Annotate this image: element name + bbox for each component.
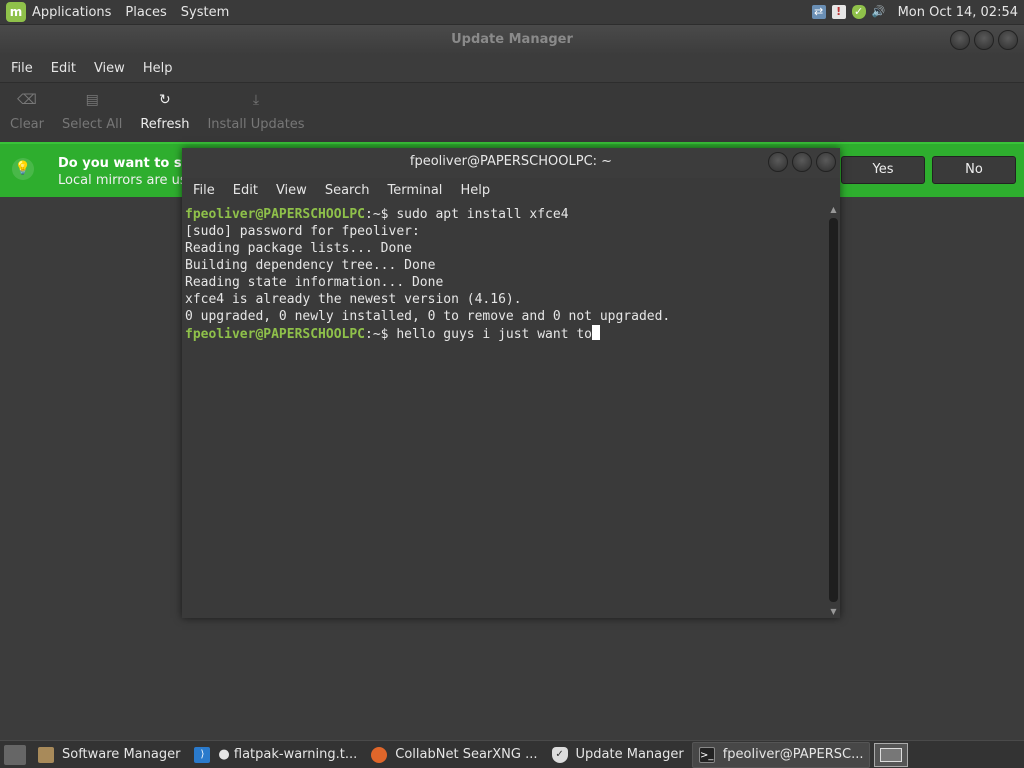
- terminal-close-button[interactable]: [816, 152, 836, 172]
- close-button[interactable]: [998, 30, 1018, 50]
- term-menu-edit[interactable]: Edit: [233, 183, 258, 198]
- yes-button[interactable]: Yes: [841, 156, 925, 184]
- select-all-button[interactable]: ▤ Select All: [62, 83, 122, 142]
- software-manager-icon: [38, 746, 54, 763]
- term-menu-view[interactable]: View: [276, 183, 307, 198]
- update-manager-titlebar: Update Manager: [0, 25, 1024, 55]
- workspace-switcher[interactable]: [874, 742, 909, 767]
- terminal-icon: >_: [698, 746, 715, 763]
- terminal-command-line: fpeoliver@PAPERSCHOOLPC:~$ sudo apt inst…: [185, 206, 824, 223]
- menu-view[interactable]: View: [94, 61, 125, 76]
- shield-icon[interactable]: ✓: [851, 5, 866, 19]
- install-updates-button[interactable]: ⤓ Install Updates: [207, 83, 304, 142]
- mint-logo-icon[interactable]: m: [6, 2, 26, 22]
- refresh-label: Refresh: [140, 117, 190, 132]
- terminal-output-line: 0 upgraded, 0 newly installed, 0 to remo…: [185, 309, 671, 324]
- term-menu-terminal[interactable]: Terminal: [387, 183, 442, 198]
- maximize-button[interactable]: [974, 30, 994, 50]
- system-tray: ⇄ ! ✓ 🔊 Mon Oct 14, 02:54: [811, 5, 1024, 20]
- info-subtitle: Local mirrors are usu: [58, 173, 195, 188]
- task-label: ● flatpak-warning.t...: [218, 747, 358, 762]
- update-manager-toolbar: ⌫ Clear ▤ Select All ↻ Refresh ⤓ Install…: [0, 82, 1024, 142]
- scroll-down-icon[interactable]: ▼: [827, 606, 840, 618]
- lightbulb-icon: 💡: [12, 158, 34, 180]
- firefox-icon: [371, 746, 388, 763]
- term-menu-help[interactable]: Help: [460, 183, 490, 198]
- prompt-suffix: :~$: [365, 327, 397, 342]
- clock[interactable]: Mon Oct 14, 02:54: [898, 5, 1018, 20]
- task-label: CollabNet SearXNG ...: [395, 747, 538, 762]
- task-terminal[interactable]: >_ fpeoliver@PAPERSC...: [691, 741, 871, 768]
- install-updates-label: Install Updates: [207, 117, 305, 132]
- task-label: Update Manager: [575, 747, 684, 762]
- clear-label: Clear: [10, 117, 44, 132]
- prompt-user: fpeoliver@PAPERSCHOOLPC: [185, 327, 366, 342]
- task-firefox[interactable]: CollabNet SearXNG ...: [365, 742, 543, 768]
- menu-applications[interactable]: Applications: [32, 5, 111, 20]
- no-button[interactable]: No: [932, 156, 1016, 184]
- terminal-menubar: File Edit View Search Terminal Help: [182, 178, 840, 202]
- prompt-user: fpeoliver@PAPERSCHOOLPC: [185, 207, 366, 222]
- terminal-titlebar: fpeoliver@PAPERSCHOOLPC: ~: [182, 148, 840, 178]
- top-panel: m Applications Places System ⇄ ! ✓ 🔊 Mon…: [0, 0, 1024, 25]
- workspace-1[interactable]: [880, 747, 903, 762]
- terminal-output-line: [sudo] password for fpeoliver:: [185, 224, 420, 239]
- terminal-output-line: xfce4 is already the newest version (4.1…: [185, 292, 522, 307]
- terminal-output[interactable]: fpeoliver@PAPERSCHOOLPC:~$ sudo apt inst…: [182, 204, 827, 618]
- terminal-output-line: Building dependency tree... Done: [185, 258, 436, 273]
- terminal-maximize-button[interactable]: [792, 152, 812, 172]
- menu-file[interactable]: File: [11, 61, 33, 76]
- terminal-scrollbar[interactable]: ▲ ▼: [827, 204, 840, 618]
- task-label: Software Manager: [62, 747, 181, 762]
- refresh-button[interactable]: ↻ Refresh: [140, 83, 189, 142]
- terminal-output-line: Reading state information... Done: [185, 275, 444, 290]
- menu-help[interactable]: Help: [143, 61, 173, 76]
- scroll-up-icon[interactable]: ▲: [827, 204, 840, 216]
- select-all-label: Select All: [62, 117, 123, 132]
- refresh-icon: ↻: [159, 92, 171, 108]
- window-title: Update Manager: [451, 32, 573, 47]
- command-text: sudo apt install xfce4: [396, 207, 569, 222]
- menu-places[interactable]: Places: [125, 5, 166, 20]
- prompt-suffix: :~$: [365, 207, 397, 222]
- terminal-window: fpeoliver@PAPERSCHOOLPC: ~ File Edit Vie…: [182, 148, 840, 618]
- command-text: hello guys i just want to: [396, 327, 592, 342]
- term-menu-search[interactable]: Search: [325, 183, 370, 198]
- terminal-title: fpeoliver@PAPERSCHOOLPC: ~: [409, 154, 613, 169]
- terminal-minimize-button[interactable]: [768, 152, 788, 172]
- network-icon[interactable]: ⇄: [811, 5, 826, 19]
- broom-icon: ⌫: [17, 92, 37, 108]
- shield-icon: ✓: [551, 746, 568, 763]
- clear-button[interactable]: ⌫ Clear: [10, 83, 44, 142]
- update-manager-menubar: File Edit View Help: [0, 55, 1024, 82]
- volume-icon[interactable]: 🔊: [872, 5, 886, 19]
- task-vscode[interactable]: ⟩ ● flatpak-warning.t...: [188, 742, 363, 768]
- scroll-thumb[interactable]: [829, 218, 838, 602]
- document-icon: ▤: [85, 92, 99, 108]
- menu-system[interactable]: System: [181, 5, 229, 20]
- menu-edit[interactable]: Edit: [51, 61, 76, 76]
- taskbar: Software Manager ⟩ ● flatpak-warning.t..…: [0, 740, 1024, 768]
- download-icon: ⤓: [252, 92, 260, 108]
- text-cursor: [592, 325, 600, 340]
- vscode-icon: ⟩: [194, 746, 211, 763]
- task-update-manager[interactable]: ✓ Update Manager: [546, 742, 690, 768]
- show-desktop-icon[interactable]: [4, 744, 26, 765]
- task-label: fpeoliver@PAPERSC...: [722, 747, 864, 762]
- terminal-output-line: Reading package lists... Done: [185, 241, 412, 256]
- term-menu-file[interactable]: File: [193, 183, 215, 198]
- terminal-command-line: fpeoliver@PAPERSCHOOLPC:~$ hello guys i …: [185, 325, 824, 342]
- task-software-manager[interactable]: Software Manager: [32, 742, 186, 768]
- minimize-button[interactable]: [950, 30, 970, 50]
- update-notifier-icon[interactable]: !: [831, 5, 846, 19]
